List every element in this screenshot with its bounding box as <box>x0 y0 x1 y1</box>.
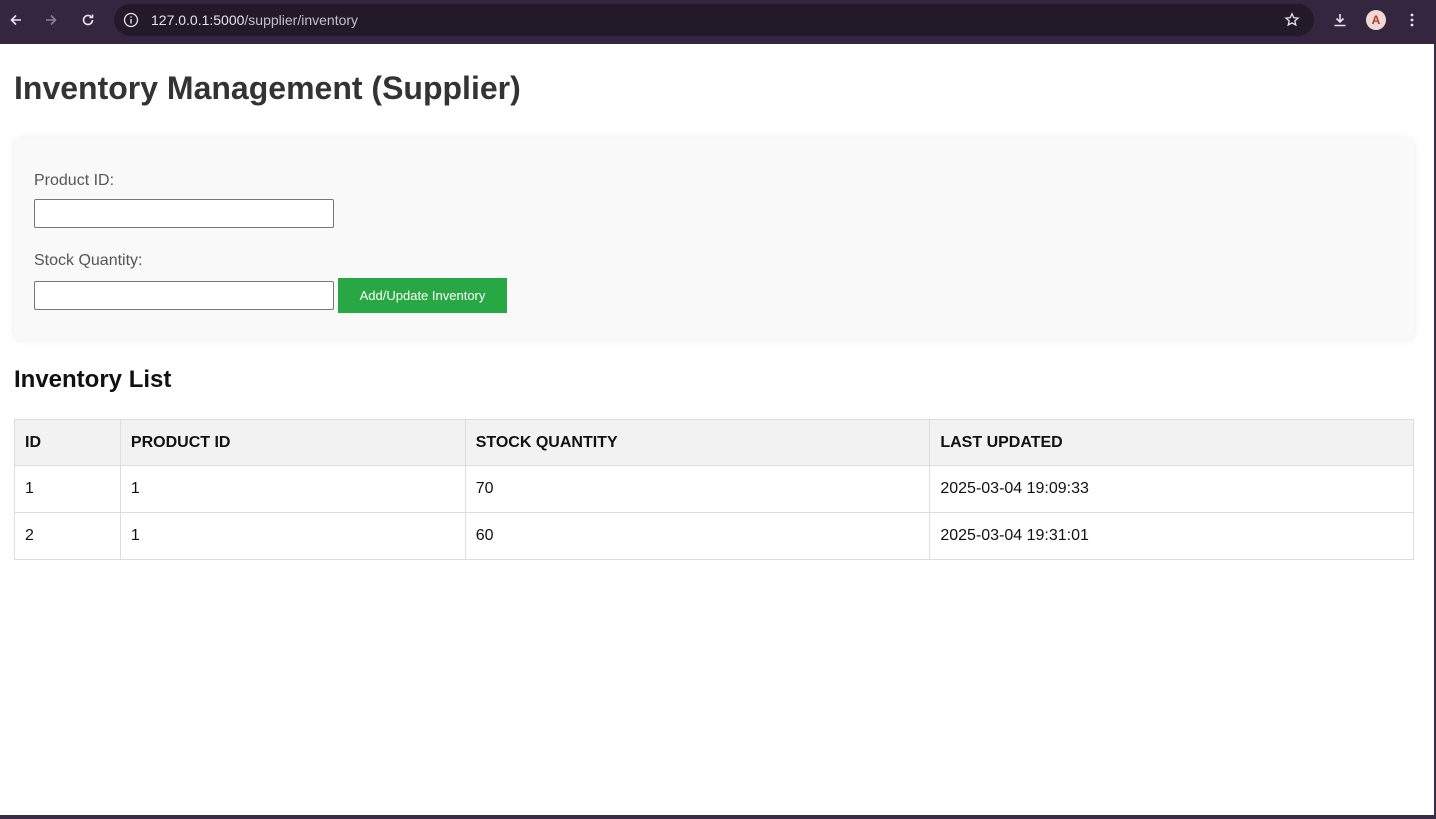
forward-arrow-icon <box>46 14 57 26</box>
url-text: 127.0.0.1:5000/supplier/inventory <box>151 12 358 28</box>
profile-avatar[interactable]: A <box>1366 10 1386 30</box>
download-button[interactable] <box>1330 10 1350 30</box>
add-update-inventory-button[interactable]: Add/Update Inventory <box>338 278 507 313</box>
cell-product-id: 1 <box>119 465 466 513</box>
table-row: 1 1 70 2025-03-04 19:09:33 <box>14 465 1414 513</box>
cell-last-updated: 2025-03-04 19:31:01 <box>929 512 1414 560</box>
avatar-letter: A <box>1371 13 1381 27</box>
stock-quantity-input[interactable] <box>34 281 334 310</box>
reload-icon <box>82 14 94 26</box>
kebab-menu-icon <box>1410 13 1414 27</box>
cell-product-id: 1 <box>119 512 466 560</box>
column-header-product-id: PRODUCT ID <box>119 419 466 466</box>
browser-menu-button[interactable] <box>1402 10 1422 30</box>
cell-stock-quantity: 70 <box>464 465 931 513</box>
cell-stock-quantity: 60 <box>464 512 931 560</box>
browser-toolbar: 127.0.0.1:5000/supplier/inventory A <box>0 0 1436 44</box>
table-header-row: ID PRODUCT ID STOCK QUANTITY LAST UPDATE… <box>14 419 1414 466</box>
table-row: 2 1 60 2025-03-04 19:31:01 <box>14 512 1414 560</box>
site-info-icon[interactable] <box>123 12 139 28</box>
column-header-id: ID <box>14 419 121 466</box>
inventory-list-title: Inventory List <box>14 366 172 393</box>
cell-id: 2 <box>14 512 121 560</box>
url-host: 127.0.0.1:5000 <box>151 12 245 28</box>
column-header-last-updated: LAST UPDATED <box>929 419 1414 466</box>
cell-id: 1 <box>14 465 121 513</box>
download-icon <box>1334 14 1346 27</box>
page-viewport: Inventory Management (Supplier) Product … <box>0 44 1434 815</box>
window-bottom-edge <box>0 815 1436 819</box>
inventory-table: ID PRODUCT ID STOCK QUANTITY LAST UPDATE… <box>14 419 1414 560</box>
product-id-input[interactable] <box>34 199 334 228</box>
inventory-form: Product ID: Stock Quantity: Add/Update I… <box>14 138 1414 340</box>
stock-quantity-label: Stock Quantity: <box>34 252 143 269</box>
reload-button[interactable] <box>76 8 100 32</box>
product-id-label: Product ID: <box>34 172 115 189</box>
column-header-stock-quantity: STOCK QUANTITY <box>464 419 931 466</box>
page-title: Inventory Management (Supplier) <box>14 70 521 106</box>
url-path: /supplier/inventory <box>244 12 359 28</box>
cell-last-updated: 2025-03-04 19:09:33 <box>929 465 1414 513</box>
back-arrow-icon <box>10 14 21 26</box>
forward-button[interactable] <box>39 8 63 32</box>
bookmark-star-icon[interactable] <box>1284 12 1300 28</box>
back-button[interactable] <box>4 8 28 32</box>
address-bar[interactable]: 127.0.0.1:5000/supplier/inventory <box>114 4 1314 36</box>
